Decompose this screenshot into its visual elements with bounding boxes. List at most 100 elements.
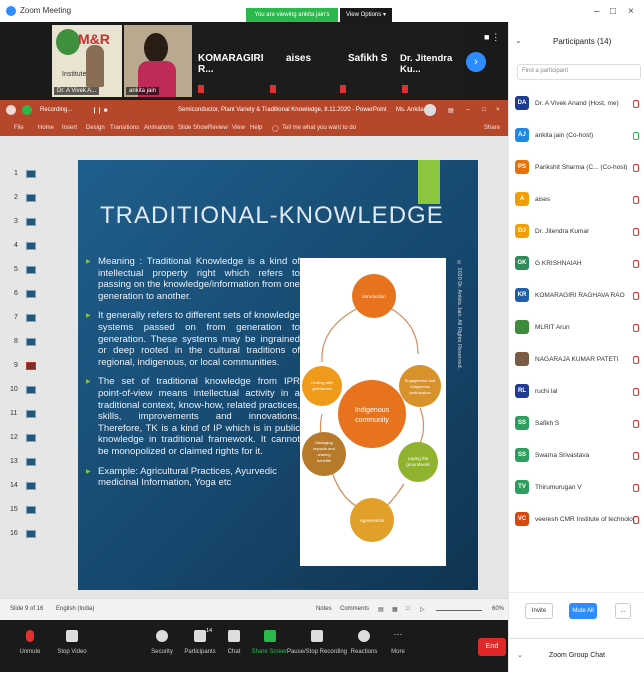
participant-row[interactable]: VC veeresh CMR Institute of technology	[509, 506, 644, 538]
view-options-button[interactable]: View Options ▾	[340, 8, 392, 22]
maximize-icon[interactable]: □	[610, 6, 616, 17]
close-icon[interactable]: ×	[496, 107, 500, 113]
view-controls-icon[interactable]: ■ ⋮	[484, 32, 500, 43]
tab-animations[interactable]: Animations	[144, 125, 174, 131]
end-meeting-button[interactable]: End	[478, 638, 506, 656]
slide-thumbnail[interactable]	[26, 458, 36, 466]
slide-thumbnail[interactable]	[26, 506, 36, 514]
muted-mic-icon[interactable]	[633, 164, 639, 172]
muted-mic-icon[interactable]	[633, 100, 639, 108]
participant-row[interactable]: KR KOMARAGIRI RAGHAVA RAO	[509, 282, 644, 314]
video-tile[interactable]: Safikh S	[336, 25, 400, 97]
slide-thumbnail[interactable]	[26, 482, 36, 490]
slide-number[interactable]: 14	[10, 482, 18, 489]
muted-mic-icon[interactable]	[633, 292, 639, 300]
tab-review[interactable]: Review	[208, 125, 228, 131]
current-slide[interactable]: TRADITIONAL-KNOWLEDGE Meaning : Traditio…	[78, 160, 478, 590]
muted-mic-icon[interactable]	[633, 484, 639, 492]
participant-row[interactable]: NAGARAJA KUMAR PATETI	[509, 346, 644, 378]
muted-mic-icon[interactable]	[633, 356, 639, 364]
slide-thumbnail-selected[interactable]	[26, 362, 36, 370]
autosave-icon[interactable]	[6, 105, 16, 115]
slide-number[interactable]: 16	[10, 530, 18, 537]
slide-number[interactable]: 15	[10, 506, 18, 513]
participant-row[interactable]: PS Parikshit Sharma (C... (Co-host)	[509, 154, 644, 186]
tab-file[interactable]: File	[14, 125, 24, 131]
participant-row[interactable]: RL ruchi lal	[509, 378, 644, 410]
slide-thumbnail[interactable]	[26, 386, 36, 394]
mic-icon[interactable]	[633, 132, 639, 140]
comments-button[interactable]: Comments	[340, 606, 369, 612]
muted-mic-icon[interactable]	[633, 260, 639, 268]
muted-mic-icon[interactable]	[633, 452, 639, 460]
video-thumbnail-presenter[interactable]: ankita jain	[124, 25, 192, 97]
zoom-group-chat-bar[interactable]: ⌄ Zoom Group Chat	[509, 638, 644, 672]
muted-mic-icon[interactable]	[633, 324, 639, 332]
participant-row[interactable]: TV Thirumurugan V	[509, 474, 644, 506]
participant-row[interactable]: AJ ankita jain (Co-host)	[509, 122, 644, 154]
slide-number[interactable]: 10	[10, 386, 18, 393]
slide-number[interactable]: 8	[14, 338, 18, 345]
slide-number[interactable]: 7	[14, 314, 18, 321]
participant-row[interactable]: DA Dr. A Vivek Anand (Host, me)	[509, 90, 644, 122]
participant-row[interactable]: SS Swarna Srivastava	[509, 442, 644, 474]
slide-thumbnail[interactable]	[26, 530, 36, 538]
participant-row[interactable]: SS Safikh S	[509, 410, 644, 442]
pause-icon[interactable]: ❙❙ ■	[92, 107, 107, 114]
language-indicator[interactable]: English (India)	[56, 606, 94, 612]
ribbon-options-icon[interactable]: ▤	[448, 107, 454, 114]
slide-number[interactable]: 9	[14, 362, 18, 369]
muted-mic-icon[interactable]	[633, 420, 639, 428]
slide-thumbnail[interactable]	[26, 242, 36, 250]
notes-button[interactable]: Notes	[316, 606, 332, 612]
slide-thumbnail[interactable]	[26, 314, 36, 322]
slide-number[interactable]: 13	[10, 458, 18, 465]
user-avatar[interactable]	[424, 104, 436, 116]
zoom-level[interactable]: 60%	[492, 606, 504, 612]
next-page-icon[interactable]: ›	[466, 52, 486, 72]
slide-number[interactable]: 11	[10, 410, 17, 417]
slide-number[interactable]: 6	[14, 290, 18, 297]
video-tile[interactable]: aises	[266, 25, 334, 97]
normal-view-icon[interactable]: ▤	[378, 606, 384, 613]
slide-thumbnail[interactable]	[26, 218, 36, 226]
video-thumbnail-host[interactable]: M&R Institute of Dr. A Vivek A...	[52, 25, 122, 97]
tab-insert[interactable]: Insert	[62, 125, 77, 131]
slide-number[interactable]: 3	[14, 218, 18, 225]
more-button[interactable]: ⋯ More	[370, 628, 426, 656]
slide-thumbnail[interactable]	[26, 338, 36, 346]
participant-row[interactable]: GK G KRISHNAIAH	[509, 250, 644, 282]
slide-number[interactable]: 2	[14, 194, 18, 201]
mute-all-button[interactable]: Mute All	[569, 603, 597, 619]
stop-video-button[interactable]: Stop Video	[44, 628, 100, 655]
more-options-button[interactable]: ...	[615, 603, 631, 619]
muted-mic-icon[interactable]	[633, 228, 639, 236]
participant-row[interactable]: A aises	[509, 186, 644, 218]
chevron-down-icon[interactable]: ⌄	[515, 36, 522, 45]
slide-thumbnail[interactable]	[26, 410, 36, 418]
slide-number[interactable]: 12	[10, 434, 18, 441]
slide-thumbnail[interactable]	[26, 266, 36, 274]
muted-mic-icon[interactable]	[633, 516, 639, 524]
muted-mic-icon[interactable]	[633, 196, 639, 204]
close-icon[interactable]: ×	[628, 6, 634, 17]
participant-row[interactable]: DJ Dr. Jitendra Kumar	[509, 218, 644, 250]
slide-thumbnail[interactable]	[26, 290, 36, 298]
zoom-slider[interactable]	[436, 610, 482, 611]
maximize-icon[interactable]: □	[482, 107, 486, 113]
reading-view-icon[interactable]: □	[406, 606, 410, 612]
slideshow-icon[interactable]: ▷	[420, 606, 425, 613]
video-tile[interactable]: KOMARAGIRI R...	[194, 25, 264, 97]
tab-slide-show[interactable]: Slide Show	[178, 125, 208, 131]
minimize-icon[interactable]: –	[466, 107, 469, 113]
slide-thumbnail[interactable]	[26, 194, 36, 202]
video-tile[interactable]: Dr. Jitendra Ku...	[398, 25, 464, 97]
tab-transitions[interactable]: Transitions	[110, 125, 139, 131]
share-button[interactable]: Share	[484, 125, 500, 131]
chevron-down-icon[interactable]: ⌄	[517, 651, 523, 659]
participant-search-input[interactable]: Find a participant	[517, 64, 641, 80]
tab-help[interactable]: Help	[250, 125, 262, 131]
participant-row[interactable]: MLRIT Arun	[509, 314, 644, 346]
tell-me-box[interactable]: Tell me what you want to do	[282, 125, 356, 131]
slide-number[interactable]: 1	[14, 170, 18, 177]
